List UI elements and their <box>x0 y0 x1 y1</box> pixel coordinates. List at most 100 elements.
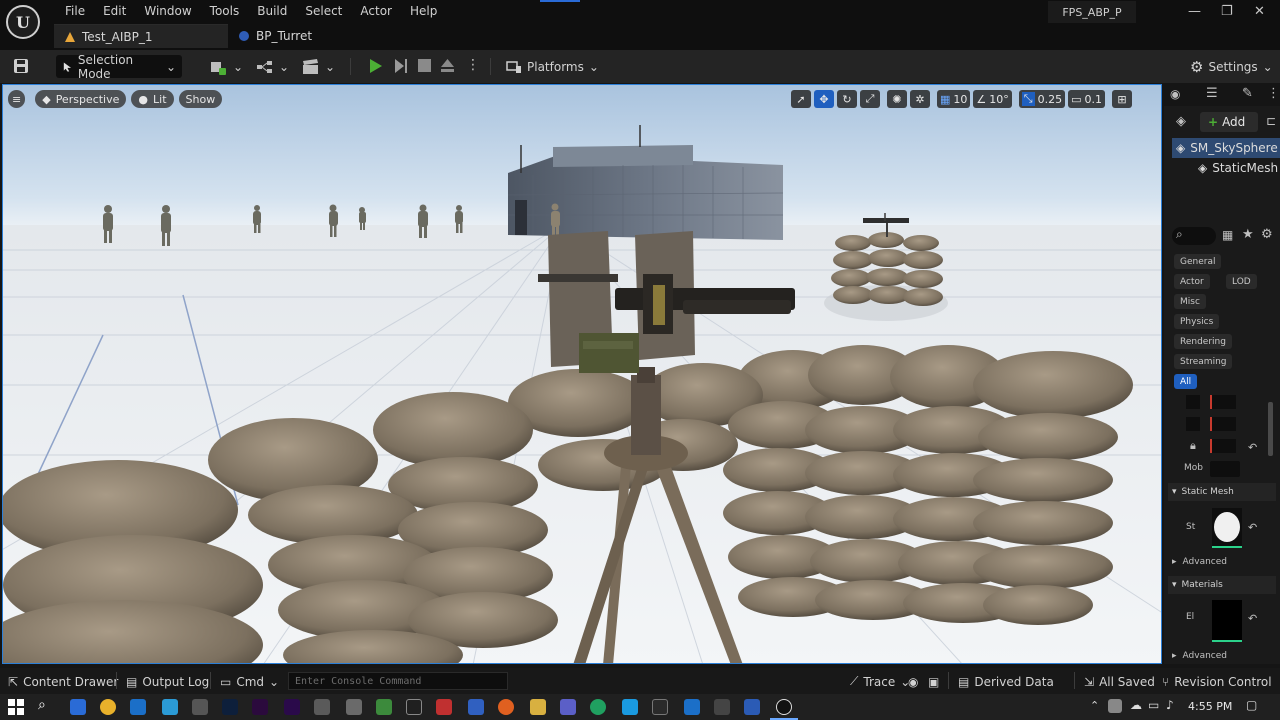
screenshot-icon[interactable]: ▣ <box>928 673 939 690</box>
scale-x-field[interactable] <box>1210 439 1236 453</box>
filter-rendering[interactable]: Rendering <box>1174 334 1232 349</box>
viewport-menu-button[interactable]: ≡ <box>8 90 26 108</box>
notifications-icon[interactable]: ▢ <box>1246 698 1257 712</box>
derived-data-button[interactable]: ▤ Derived Data <box>958 673 1054 690</box>
scale-snap-button[interactable]: ⤡ 0.25 <box>1018 90 1066 108</box>
photoshop-icon[interactable] <box>222 699 238 715</box>
tab-test-aibp[interactable]: Test_AIBP_1 <box>54 24 228 48</box>
taskbar-app-icon[interactable] <box>314 699 330 715</box>
taskbar-app-icon[interactable] <box>436 699 452 715</box>
cinematics-button[interactable]: ⌄ <box>302 55 335 78</box>
unreal-logo-icon[interactable]: U <box>6 5 40 39</box>
maximize-icon[interactable]: ❐ <box>1221 4 1233 19</box>
outlook-icon[interactable] <box>684 699 700 715</box>
network-icon[interactable]: ▭ <box>1148 698 1159 712</box>
filter-lod[interactable]: LOD <box>1226 274 1257 289</box>
taskbar-app-icon[interactable] <box>70 699 86 715</box>
windows-start-icon[interactable] <box>8 699 24 715</box>
save-icon[interactable] <box>13 58 29 74</box>
advanced-toggle-2[interactable]: ▸ Advanced <box>1172 651 1227 661</box>
advance-frame-icon[interactable] <box>394 58 408 74</box>
location-x-field[interactable] <box>1210 395 1236 409</box>
close-icon[interactable]: ✕ <box>1254 4 1265 19</box>
outliner-item-skysphere[interactable]: ◈ SM_SkySphere <box>1172 138 1280 158</box>
clock[interactable]: 4:55 PM <box>1188 700 1232 713</box>
record-icon[interactable]: ◉ <box>908 673 918 690</box>
taskbar-app-icon[interactable] <box>468 699 484 715</box>
word-icon[interactable] <box>744 699 760 715</box>
taskbar-app-icon[interactable] <box>714 699 730 715</box>
materials-section[interactable]: ▾ Materials <box>1168 576 1276 594</box>
firefox-icon[interactable] <box>498 699 514 715</box>
content-drawer-button[interactable]: ⇱ Content Drawer <box>8 673 118 690</box>
output-log-button[interactable]: ▤ Output Log <box>126 673 209 690</box>
chrome-icon[interactable] <box>100 699 116 715</box>
level-viewport[interactable]: ≡ ◆ Perspective ● Lit Show ➚ ✥ ↻ ⤢ ✺ ✲ ▦… <box>2 84 1162 664</box>
outliner-item-staticmesh[interactable]: ◈ StaticMesh <box>1172 158 1280 178</box>
teams-icon[interactable] <box>560 699 576 715</box>
material-thumbnail[interactable] <box>1212 600 1242 642</box>
trace-button[interactable]: ⟋ Trace ⌄ <box>850 673 910 690</box>
tab-bp-turret[interactable]: BP_Turret <box>228 24 322 48</box>
static-mesh-thumbnail[interactable] <box>1212 508 1242 548</box>
edge-icon[interactable] <box>162 699 178 715</box>
file-explorer-icon[interactable] <box>530 699 546 715</box>
filter-general[interactable]: General <box>1174 254 1222 269</box>
tray-chevron-icon[interactable]: ⌃ <box>1090 699 1099 712</box>
menu-select[interactable]: Select <box>296 3 351 19</box>
surface-snap-button[interactable]: ✲ <box>910 90 930 108</box>
filter-physics[interactable]: Physics <box>1174 314 1220 329</box>
layers-icon[interactable]: ◈ <box>1176 114 1186 129</box>
filter-streaming[interactable]: Streaming <box>1174 354 1233 369</box>
transform-location-toggle[interactable] <box>1186 395 1200 409</box>
filter-misc[interactable]: Misc <box>1174 294 1206 309</box>
rotation-x-field[interactable] <box>1210 417 1236 431</box>
scale-tool-button[interactable]: ⤢ <box>860 90 880 108</box>
skype-icon[interactable] <box>622 699 638 715</box>
details-search-input[interactable]: ⌕ <box>1172 227 1216 245</box>
more-icon[interactable]: ⋮ <box>1267 86 1280 101</box>
premiere-icon[interactable] <box>284 699 300 715</box>
outlook-icon[interactable] <box>130 699 146 715</box>
save-all-button[interactable]: ⇲ All Saved <box>1084 673 1155 690</box>
more-options-icon[interactable]: ⋮ <box>466 57 480 73</box>
tray-app-icon[interactable] <box>1108 699 1122 713</box>
minimize-icon[interactable]: — <box>1188 4 1201 19</box>
stop-icon[interactable] <box>418 59 431 72</box>
filter-all[interactable]: All <box>1174 374 1198 389</box>
unreal-engine-icon[interactable] <box>776 699 792 715</box>
blueprint-menu-button[interactable]: ⌄ <box>256 55 289 78</box>
tray-app-icon[interactable]: ☁ <box>1130 698 1142 712</box>
settings-dropdown[interactable]: ⚙ Settings ⌄ <box>1190 55 1273 78</box>
revision-control-button[interactable]: ⑂ Revision Control <box>1162 673 1272 690</box>
menu-build[interactable]: Build <box>248 3 296 19</box>
gear-icon[interactable]: ⚙ <box>1261 227 1273 242</box>
console-input[interactable]: Enter Console Command <box>288 672 508 690</box>
show-button[interactable]: Show <box>178 90 223 108</box>
reset-arrow-icon[interactable]: ↶ <box>1248 521 1257 534</box>
selection-mode-dropdown[interactable]: Selection Mode ⌄ <box>56 53 182 81</box>
add-actor-button[interactable]: ⌄ <box>210 55 243 78</box>
filter-actor[interactable]: Actor <box>1174 274 1210 289</box>
add-component-button[interactable]: + Add <box>1200 112 1258 132</box>
select-tool-button[interactable]: ➚ <box>791 90 811 108</box>
mobility-toggle[interactable] <box>1210 461 1240 477</box>
star-icon[interactable]: ★ <box>1242 227 1254 242</box>
taskbar-app-icon[interactable] <box>192 699 208 715</box>
blueprint-icon[interactable]: ⊏ <box>1266 114 1276 128</box>
taskbar-app-icon[interactable] <box>590 699 606 715</box>
coordinate-space-button[interactable]: ✺ <box>887 90 907 108</box>
pencil-icon[interactable]: ✎ <box>1242 86 1253 101</box>
camera-speed-button[interactable]: ▭ 0.1 <box>1068 90 1105 108</box>
viewport-layout-button[interactable]: ⊞ <box>1112 90 1132 108</box>
rotation-snap-button[interactable]: ∠ 10° <box>973 90 1012 108</box>
menu-edit[interactable]: Edit <box>94 3 135 19</box>
menu-help[interactable]: Help <box>401 3 446 19</box>
menu-window[interactable]: Window <box>135 3 200 19</box>
play-icon[interactable] <box>369 58 383 74</box>
reset-arrow-icon[interactable]: ↶ <box>1248 441 1257 454</box>
volume-icon[interactable]: ♪ <box>1166 698 1174 712</box>
translate-tool-button[interactable]: ✥ <box>814 90 834 108</box>
menu-actor[interactable]: Actor <box>351 3 401 19</box>
taskbar-app-icon[interactable] <box>406 699 422 715</box>
